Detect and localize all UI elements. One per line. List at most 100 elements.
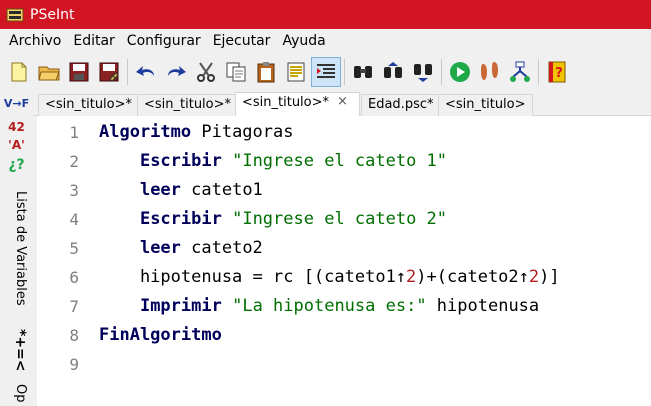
find-previous-button[interactable] (378, 57, 408, 87)
string-token: "Ingrese el cateto 1" (232, 151, 448, 171)
code-text: Imprimir "La hipotenusa es:" hipotenusa (99, 292, 539, 321)
comment-button[interactable] (281, 57, 311, 87)
menu-archivo[interactable]: Archivo (9, 33, 61, 49)
keyword-token: Escribir (139, 151, 222, 171)
toolbar-separator (344, 59, 345, 85)
step-by-step-button[interactable] (475, 57, 505, 87)
toolbar: ? (0, 53, 651, 91)
code-line[interactable]: 8 FinAlgoritmo (37, 321, 651, 350)
keyword-token: Algoritmo (99, 122, 192, 142)
flowchart-button[interactable] (505, 57, 535, 87)
keyword-token: leer (139, 180, 181, 200)
find-next-icon (414, 64, 432, 82)
keyword-token: Imprimir (139, 296, 222, 316)
code-editor[interactable]: 1 Algoritmo Pitagoras 2 Escribir "Ingrese … (37, 116, 651, 406)
line-number: 2 (69, 152, 79, 171)
indent-button[interactable] (311, 57, 341, 87)
keyword-token: leer (139, 238, 181, 258)
code-text: Escribir "Ingrese el cateto 1" (99, 147, 447, 176)
save-as-button[interactable] (94, 57, 124, 87)
cut-icon (197, 62, 215, 82)
menu-editar[interactable]: Editar (73, 33, 114, 49)
tab-sin-titulo-2[interactable]: <sin_titulo>* (137, 94, 239, 116)
line-number: 4 (69, 210, 79, 229)
operators-glyph[interactable]: *+=< (4, 329, 28, 379)
tab-edad[interactable]: Edad.psc* (361, 94, 441, 116)
keyword-token: FinAlgoritmo (99, 325, 222, 345)
find-next-button[interactable] (408, 57, 438, 87)
undo-icon (136, 66, 154, 76)
logical-operators-glyph[interactable]: V→F (0, 97, 33, 110)
save-button[interactable] (64, 57, 94, 87)
toolbar-separator (441, 59, 442, 85)
text-token: cateto2 (180, 238, 263, 258)
tab-label: <sin_titulo>* (242, 95, 330, 110)
copy-button[interactable] (221, 57, 251, 87)
new-file-button[interactable] (4, 57, 34, 87)
code-line[interactable]: 5 leer cateto2 (37, 234, 651, 263)
keyword-token: Escribir (139, 209, 222, 229)
line-number: 9 (69, 355, 79, 374)
paste-button[interactable] (251, 57, 281, 87)
code-line[interactable]: 3 leer cateto1 (37, 176, 651, 205)
redo-icon (168, 66, 186, 76)
menu-ejecutar[interactable]: Ejecutar (213, 33, 271, 49)
code-text: leer cateto1 (99, 176, 263, 205)
line-number: 8 (69, 326, 79, 345)
line-number: 7 (69, 297, 79, 316)
help-icon: ? (548, 61, 566, 83)
title-bar: PSeInt (0, 0, 651, 29)
menu-bar: Archivo Editar Configurar Ejecutar Ayuda (0, 29, 651, 53)
line-number: 6 (69, 268, 79, 287)
svg-text:?: ? (555, 66, 563, 81)
line-number: 5 (69, 239, 79, 258)
code-line[interactable]: 1 Algoritmo Pitagoras (37, 118, 651, 147)
code-line[interactable]: 9 (37, 350, 651, 379)
text-token: cateto1 (180, 180, 263, 200)
copy-icon (226, 62, 246, 82)
tab-close-icon[interactable]: × (337, 94, 348, 109)
step-by-step-icon (481, 62, 498, 80)
undo-button[interactable] (131, 57, 161, 87)
code-line[interactable]: 2 Escribir "Ingrese el cateto 1" (37, 147, 651, 176)
find-button[interactable] (348, 57, 378, 87)
open-file-button[interactable] (34, 57, 64, 87)
tab-sin-titulo-1[interactable]: <sin_titulo>* (38, 94, 140, 116)
operators-tab[interactable]: Op (4, 384, 28, 406)
text-token: Pitagoras (191, 122, 294, 142)
menu-ayuda[interactable]: Ayuda (282, 33, 325, 49)
run-button[interactable] (445, 57, 475, 87)
app-logo-icon (6, 8, 24, 21)
code-text: leer cateto2 (99, 234, 263, 263)
variables-list-tab[interactable]: Lista de Variables (4, 191, 28, 316)
string-token: "La hipotenusa es:" (232, 296, 427, 316)
cut-button[interactable] (191, 57, 221, 87)
menu-configurar[interactable]: Configurar (127, 33, 201, 49)
number-token: 2 (406, 267, 417, 287)
number-token: 2 (528, 267, 540, 287)
tab-sin-titulo-4[interactable]: <sin_titulo> (438, 94, 533, 116)
text-token: )+(cateto2↑ (416, 267, 529, 287)
code-text: Escribir "Ingrese el cateto 2" (99, 205, 447, 234)
toolbar-separator (127, 59, 128, 85)
code-line[interactable]: 7 Imprimir "La hipotenusa es:" hipotenus… (37, 292, 651, 321)
flowchart-icon (510, 61, 530, 82)
question-glyph[interactable]: ¿? (0, 157, 33, 173)
code-line[interactable]: 4 Escribir "Ingrese el cateto 2" (37, 205, 651, 234)
find-previous-icon (384, 62, 402, 78)
text-token: hipotenusa (426, 296, 540, 316)
save-icon (69, 62, 89, 82)
paste-icon (257, 62, 275, 83)
help-button[interactable]: ? (542, 57, 572, 87)
save-as-icon (99, 62, 119, 82)
code-line[interactable]: 6 hipotenusa = rc [(cateto1↑2)+(cateto2↑… (37, 263, 651, 292)
numeric-constant-glyph[interactable]: 42 (0, 120, 33, 134)
redo-button[interactable] (161, 57, 191, 87)
string-constant-glyph[interactable]: 'A' (0, 138, 33, 152)
code-text: Algoritmo Pitagoras (99, 118, 293, 147)
